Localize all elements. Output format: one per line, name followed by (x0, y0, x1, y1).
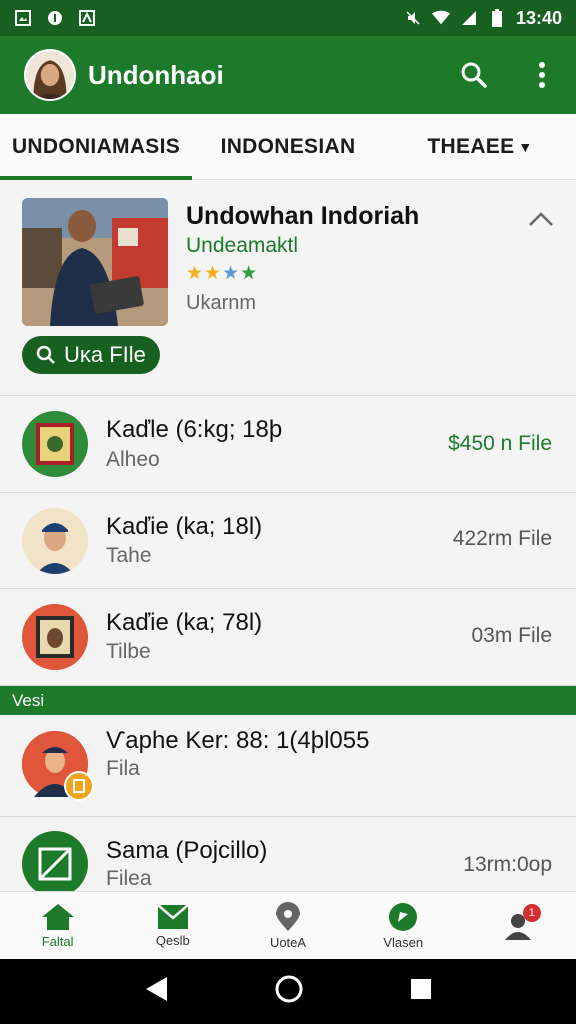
notification-icon (46, 9, 64, 27)
mail-icon (156, 903, 189, 929)
row-size: 422rm File (452, 527, 552, 550)
battery-icon (488, 9, 506, 27)
featured-subtitle: Undeamaktl (186, 234, 299, 257)
search-icon[interactable] (458, 59, 490, 91)
more-vert-icon[interactable] (526, 59, 558, 91)
book-thumbnail (22, 604, 88, 670)
list-item[interactable]: Kaďie (ka; 78l) Tilbe 03m File (0, 589, 576, 686)
tab-theaee[interactable]: THEAEE ▼ (384, 114, 576, 179)
list-item[interactable]: Kaďle (6:kg; 18ϸ Alheo $450 n File (0, 396, 576, 493)
star-icon: ★ (240, 263, 259, 284)
featured-card[interactable]: Undowhan Indoriah Undeamaktl ★★★★ Ukarnm… (0, 180, 576, 396)
app-bar: Undonhaoi (0, 36, 576, 114)
tab-indonesian[interactable]: INDONESIAN (192, 114, 384, 179)
section-header: Vesi (0, 686, 576, 715)
featured-title: Undowhan Indoriah (186, 202, 420, 230)
navigation-icon (389, 902, 418, 931)
row-price: $450 n File (448, 432, 552, 455)
row-subtitle: Tilbe (106, 640, 151, 663)
tab-bar: UNDONIAMASIS INDONESIAN THEAEE ▼ (0, 114, 576, 180)
tab-undoniamasis[interactable]: UNDONIAMASIS (0, 114, 192, 180)
row-title: Sama (Pojcillo) (106, 837, 268, 864)
mute-icon (404, 9, 422, 27)
recents-icon[interactable] (409, 977, 433, 1006)
row-title: Ѵaphe Ker: 88: 1(4ϸl055 (106, 727, 370, 754)
row-title: Kaďie (ka; 18l) (106, 513, 263, 540)
star-icon: ★ (186, 263, 205, 284)
nav-label: Vlasen (383, 934, 424, 950)
nav-item-home[interactable]: Faltal (0, 892, 115, 959)
nav-item-profile[interactable]: 1 (461, 892, 576, 959)
edit-icon (22, 831, 88, 891)
featured-meta: Ukarnm (186, 292, 257, 314)
row-subtitle: Tahe (106, 544, 152, 567)
book-thumbnail (22, 411, 88, 477)
person-avatar (22, 508, 88, 574)
bottom-navigation: Faltal Qeslb UoteA Vlasen 1 (0, 891, 576, 959)
search-icon (36, 345, 55, 364)
nav-item-navigate[interactable]: Vlasen (346, 892, 461, 959)
button-label: Uĸa FIle (64, 342, 146, 367)
wifi-icon (431, 9, 450, 27)
clock-text: 13:40 (515, 7, 562, 28)
nav-label: Qeslb (155, 932, 190, 948)
chevron-up-icon[interactable] (526, 204, 556, 234)
image-icon (14, 9, 32, 27)
file-badge-icon (64, 771, 94, 801)
row-title: Kaďie (ka; 78l) (106, 609, 263, 636)
home-icon (41, 903, 74, 930)
signal-icon (460, 9, 478, 27)
avatar[interactable] (24, 49, 76, 101)
row-size: 03m File (471, 624, 552, 647)
nav-item-mail[interactable]: Qeslb (115, 892, 230, 959)
row-subtitle: Alheo (106, 448, 160, 471)
nav-label: Faltal (41, 933, 74, 949)
back-icon[interactable] (143, 975, 169, 1008)
row-subtitle: Fila (106, 757, 140, 780)
star-icon: ★ (204, 263, 223, 284)
list-item[interactable]: Ѵaphe Ker: 88: 1(4ϸl055 Fila (0, 715, 576, 817)
rating-stars: ★★★★ (186, 262, 258, 285)
notification-badge: 1 (522, 904, 541, 922)
status-bar: 13:40 (0, 0, 576, 36)
location-pin-icon (276, 901, 300, 931)
star-icon: ★ (222, 263, 241, 284)
row-title: Kaďle (6:kg; 18ϸ (106, 416, 283, 443)
app-icon (78, 9, 96, 27)
nav-item-location[interactable]: UoteA (230, 892, 345, 959)
featured-image (22, 198, 168, 326)
tab-label: UNDONIAMASIS (11, 134, 181, 158)
list-item[interactable]: Kaďie (ka; 18l) Tahe 422rm File (0, 493, 576, 589)
row-subtitle: Filea (106, 867, 152, 890)
dropdown-caret-icon: ▼ (518, 138, 533, 155)
system-navigation-bar (0, 959, 576, 1024)
row-time: 13rm:0op (463, 853, 552, 876)
app-title: Undonhaoi (88, 59, 224, 90)
tab-label: INDONESIAN (220, 134, 356, 158)
home-circle-icon[interactable] (274, 974, 304, 1009)
file-search-button[interactable]: Uĸa FIle (22, 336, 160, 374)
tab-label: THEAEE (427, 134, 515, 158)
person-avatar (22, 731, 94, 801)
nav-label: UoteA (269, 934, 307, 950)
list-item[interactable]: Sama (Pojcillo) Filea 13rm:0op (0, 817, 576, 891)
